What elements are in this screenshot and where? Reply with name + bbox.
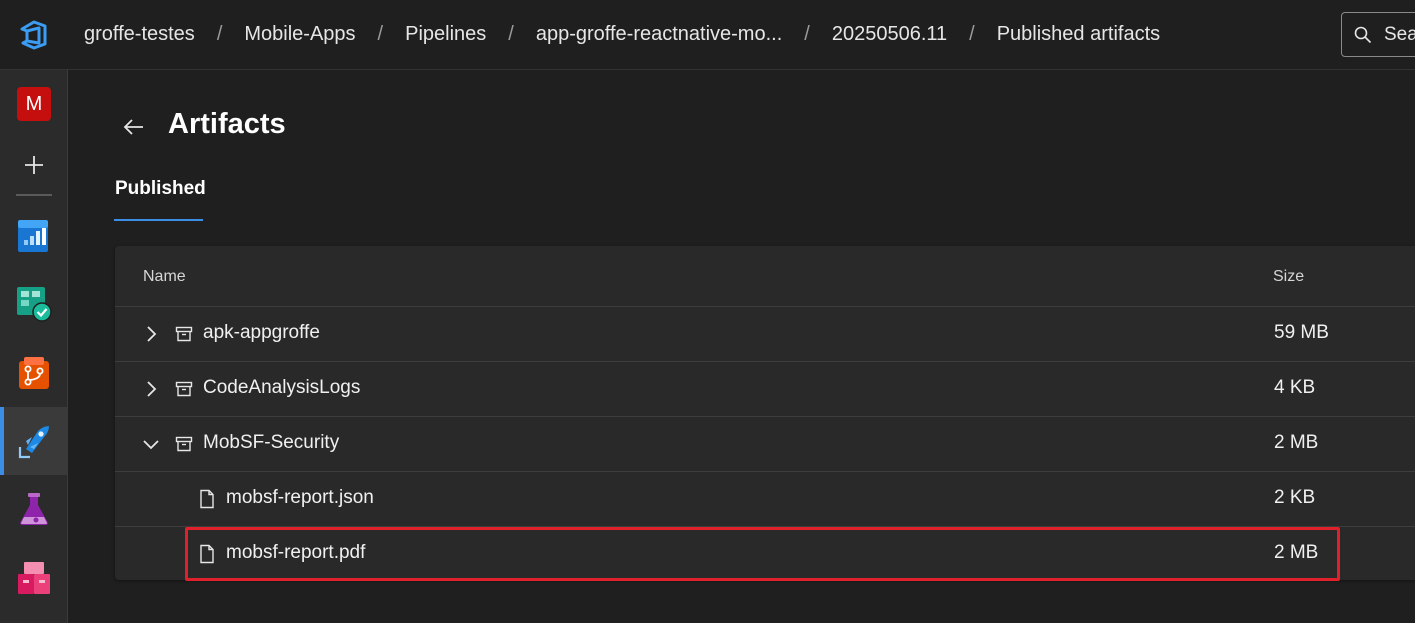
project-avatar-button[interactable]: M [0,70,68,138]
add-button[interactable] [0,131,68,199]
breadcrumb-separator: / [969,23,975,45]
boards-icon [17,287,52,322]
rail-item-repos[interactable] [0,339,68,407]
file-size: 2 KB [1274,487,1316,508]
archive-icon [175,326,193,342]
file-size: 2 MB [1274,542,1319,563]
breadcrumb-project[interactable]: Mobile-Apps [244,23,355,46]
column-header-size[interactable]: Size [1273,268,1304,286]
artifact-name[interactable]: MobSF-Security [203,432,339,454]
search-icon [1354,26,1372,43]
arrow-left-icon [123,119,143,135]
pipelines-icon [18,426,49,459]
avatar: M [17,87,51,121]
file-icon [200,544,214,564]
artifacts-icon [18,562,50,594]
artifact-name[interactable]: CodeAnalysisLogs [203,377,360,399]
table-row[interactable]: mobsf-report.pdf 2 MB [115,527,1415,582]
azure-devops-logo[interactable] [0,0,68,70]
table-row[interactable]: CodeAnalysisLogs 4 KB [115,362,1415,417]
archive-icon [175,381,193,397]
breadcrumb-pipelines[interactable]: Pipelines [405,23,486,46]
breadcrumb-run[interactable]: 20250506.11 [832,23,947,46]
chevron-down-icon[interactable] [142,435,160,453]
breadcrumb-pipeline[interactable]: app-groffe-reactnative-mo... [536,23,782,46]
column-header-name[interactable]: Name [143,268,186,286]
left-nav-rail: M [0,70,68,623]
tab-active-indicator [114,219,203,221]
rail-item-pipelines[interactable] [0,407,68,475]
breadcrumb-org[interactable]: groffe-testes [84,23,195,46]
rail-item-artifacts[interactable] [0,544,68,612]
test-plans-icon [20,493,48,525]
artifact-name[interactable]: apk-appgroffe [203,322,320,344]
artifact-size: 2 MB [1274,432,1319,453]
rail-item-overview[interactable] [0,202,68,270]
rail-item-test-plans[interactable] [0,475,68,543]
breadcrumb-separator: / [216,23,223,45]
back-button[interactable] [121,114,147,140]
chevron-right-icon[interactable] [142,325,160,343]
file-name[interactable]: mobsf-report.pdf [226,542,365,564]
breadcrumb-separator: / [804,23,810,45]
table-row[interactable]: MobSF-Security 2 MB [115,417,1415,472]
search-placeholder: Sea [1384,23,1415,45]
table-row[interactable]: mobsf-report.json 2 KB [115,472,1415,527]
page-title: Artifacts [168,108,286,140]
breadcrumb-separator: / [508,23,514,45]
table-header: Name Size [115,246,1415,307]
plus-icon [25,156,43,174]
overview-icon [18,220,48,252]
chevron-right-icon[interactable] [142,380,160,398]
artifact-size: 4 KB [1274,377,1316,398]
tab-published[interactable]: Published [115,178,206,200]
file-name[interactable]: mobsf-report.json [226,487,374,509]
breadcrumb-current[interactable]: Published artifacts [997,23,1160,46]
breadcrumb-separator: / [377,23,384,45]
breadcrumb: groffe-testes / Mobile-Apps / Pipelines … [84,23,1160,46]
azure-devops-icon [20,20,47,49]
artifact-size: 59 MB [1274,322,1329,343]
top-bar: groffe-testes / Mobile-Apps / Pipelines … [0,0,1415,70]
file-icon [200,489,214,509]
rail-item-boards[interactable] [0,270,68,338]
main-content: Artifacts Published Name Size apk-appgro… [69,70,1415,623]
archive-icon [175,436,193,452]
rail-divider [16,194,52,196]
table-row[interactable]: apk-appgroffe 59 MB [115,307,1415,362]
repos-icon [19,357,49,389]
search-box[interactable]: Sea [1341,12,1415,57]
artifacts-table: Name Size apk-appgroffe 59 MB CodeAnalys… [115,246,1415,580]
